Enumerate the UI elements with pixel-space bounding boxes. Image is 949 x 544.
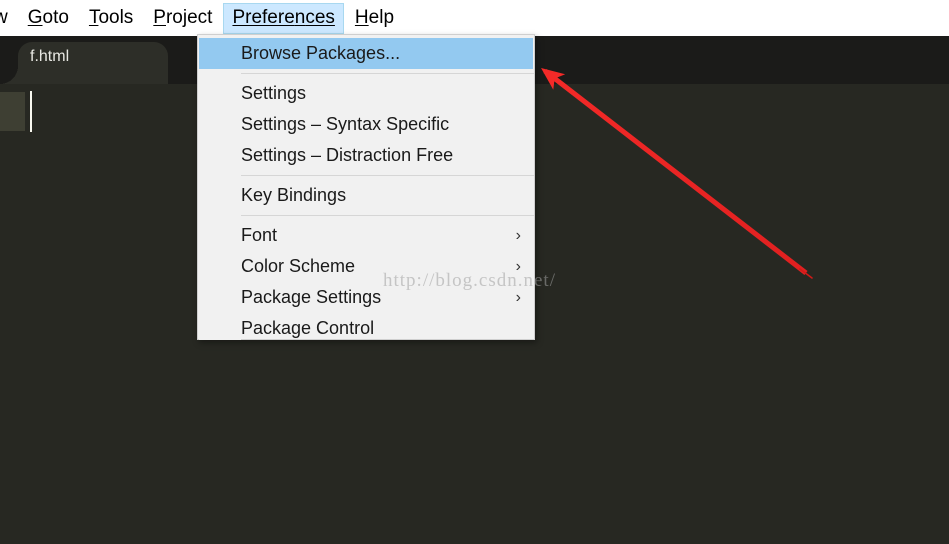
- menu-separator-3: [241, 215, 534, 216]
- menubar-goto-mnemonic: G: [27, 6, 43, 28]
- menu-item-color-scheme-label: Color Scheme: [241, 256, 356, 276]
- chevron-right-icon: ›: [515, 227, 521, 244]
- menu-separator-1: [241, 73, 534, 74]
- menubar-item-clipped[interactable]: w: [0, 3, 17, 34]
- menu-item-package-control-label: Package Control: [241, 318, 375, 338]
- menubar-preferences-post: ces: [305, 6, 335, 28]
- menu-item-settings-distraction-free-label: Settings – Distraction Free: [241, 145, 454, 165]
- menubar-item-clipped-label: w: [0, 6, 8, 28]
- menu-item-settings[interactable]: Settings: [198, 78, 534, 109]
- menu-item-settings-distraction-free[interactable]: Settings – Distraction Free: [198, 140, 534, 171]
- menu-item-settings-syntax-specific[interactable]: Settings – Syntax Specific: [198, 109, 534, 140]
- menu-item-color-scheme[interactable]: Color Scheme ›: [198, 251, 534, 282]
- menu-item-settings-syntax-specific-label: Settings – Syntax Specific: [241, 114, 450, 134]
- menubar-preferences-pre: Prefere: [232, 6, 295, 28]
- menu-item-package-settings-label: Package Settings: [241, 287, 382, 307]
- text-caret: [30, 91, 32, 132]
- menu-item-browse-packages-label: Browse Packages...: [241, 43, 401, 63]
- menu-separator-2: [241, 175, 534, 176]
- menubar-goto-label: oto: [42, 6, 69, 28]
- menubar-project-mnemonic: P: [153, 6, 166, 28]
- menu-bar: w Goto Tools Project Preferences Help: [0, 0, 949, 36]
- menubar-project-label: roject: [165, 6, 213, 28]
- menu-item-package-settings[interactable]: Package Settings ›: [198, 282, 534, 313]
- menubar-tools-mnemonic: T: [88, 6, 99, 28]
- menu-item-package-control[interactable]: Package Control: [198, 313, 534, 344]
- menu-item-key-bindings-label: Key Bindings: [241, 185, 347, 205]
- menubar-help-label: elp: [368, 6, 395, 28]
- chevron-right-icon: ›: [515, 258, 521, 275]
- menubar-item-project[interactable]: Project: [144, 3, 221, 34]
- menu-item-font[interactable]: Font ›: [198, 220, 534, 251]
- menubar-tools-label: ools: [98, 6, 134, 28]
- tab-label: f.html: [30, 48, 70, 65]
- menubar-item-tools[interactable]: Tools: [80, 3, 142, 34]
- chevron-right-icon: ›: [515, 289, 521, 306]
- gutter-highlight: [0, 92, 25, 131]
- menubar-item-help[interactable]: Help: [346, 3, 403, 34]
- menubar-item-preferences[interactable]: Preferences: [223, 2, 344, 34]
- menu-item-settings-label: Settings: [241, 83, 307, 103]
- menubar-item-goto[interactable]: Goto: [19, 3, 78, 34]
- menu-item-font-label: Font: [241, 225, 278, 245]
- menubar-preferences-mnemonic: n: [294, 6, 306, 28]
- menubar-help-mnemonic: H: [354, 6, 369, 28]
- menu-item-browse-packages[interactable]: Browse Packages...: [199, 38, 533, 69]
- preferences-dropdown-menu: Browse Packages... Settings Settings – S…: [197, 34, 535, 340]
- menu-item-key-bindings[interactable]: Key Bindings: [198, 180, 534, 211]
